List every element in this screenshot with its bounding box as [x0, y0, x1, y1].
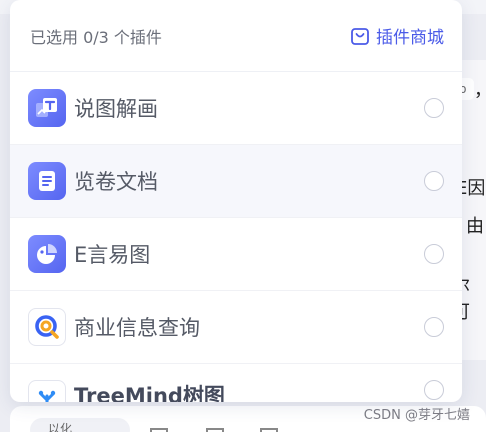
plugin-name: TreeMind树图	[74, 384, 225, 402]
background-input-pill[interactable]: 以化	[30, 418, 130, 432]
background-tool-icon-1[interactable]	[150, 428, 168, 432]
plugin-picker-panel: 已选用 0/3 个插件 插件商城 说图解画 览卷文档 E言易图 商业信息查询 T…	[10, 0, 462, 402]
watermark: CSDN @芽牙七嬉	[363, 408, 470, 423]
plugin-select-radio[interactable]	[424, 171, 444, 191]
plugin-list: 说图解画 览卷文档 E言易图 商业信息查询 TreeMind树图	[10, 72, 462, 402]
background-comma: ，	[474, 76, 486, 102]
plugin-item-eyanyitu[interactable]: E言易图	[10, 218, 462, 291]
plugin-store-link[interactable]: 插件商城	[350, 23, 444, 48]
plugin-name: 商业信息查询	[74, 316, 200, 340]
selected-count: 已选用 0/3 个插件	[30, 27, 162, 47]
background-tool-icon-3[interactable]	[260, 428, 278, 432]
plugin-item-business-query[interactable]: 商业信息查询	[10, 291, 462, 364]
plugin-select-radio[interactable]	[424, 380, 444, 400]
plugin-item-treemind[interactable]: TreeMind树图	[10, 364, 462, 402]
plugin-item-shuotu[interactable]: 说图解画	[10, 72, 462, 145]
plugin-name: 说图解画	[74, 97, 158, 121]
plugin-select-radio[interactable]	[424, 317, 444, 337]
tree-diagram-icon	[28, 380, 66, 402]
plugin-select-radio[interactable]	[424, 244, 444, 264]
pie-chart-icon	[28, 235, 66, 273]
shopping-bag-icon	[351, 27, 369, 45]
image-text-icon	[28, 89, 66, 127]
background-tool-icon-2[interactable]	[206, 428, 224, 432]
plugin-store-label: 插件商城	[376, 28, 444, 48]
plugin-select-radio[interactable]	[424, 98, 444, 118]
plugin-name: E言易图	[74, 243, 151, 267]
plugin-name: 览卷文档	[74, 170, 158, 194]
plugin-picker-header: 已选用 0/3 个插件 插件商城	[10, 0, 462, 72]
business-search-icon	[28, 308, 66, 346]
document-icon	[28, 162, 66, 200]
background-text-2: 由	[466, 216, 484, 237]
plugin-item-lanjuan[interactable]: 览卷文档	[10, 145, 462, 218]
